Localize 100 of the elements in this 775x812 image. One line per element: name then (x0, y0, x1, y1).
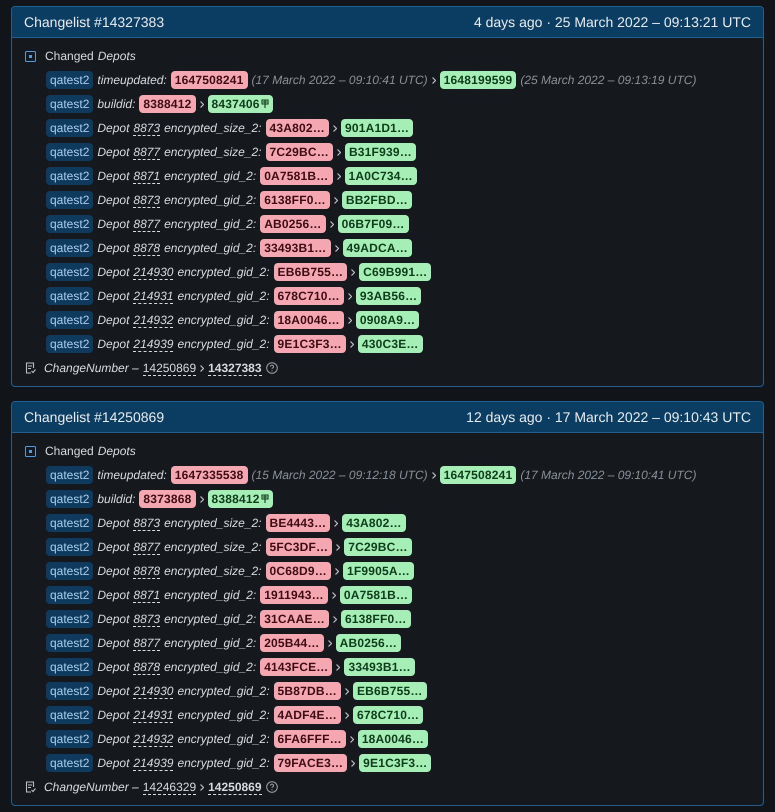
app-tag: qatest2 (46, 634, 94, 652)
app-tag: qatest2 (46, 263, 94, 281)
depot-link[interactable]: 8873 (133, 612, 160, 626)
field-key: encrypted_gid_2: (164, 169, 256, 183)
old-change-number[interactable]: 14246329 (142, 780, 196, 794)
app-tag: qatest2 (46, 215, 94, 233)
old-value: 4ADF4E… (274, 706, 341, 724)
new-value: 49ADCA… (342, 239, 412, 257)
old-value: 205B44… (260, 634, 324, 652)
app-tag: qatest2 (46, 562, 94, 580)
section-label: Changed (45, 444, 94, 458)
depot-link[interactable]: 214931 (133, 708, 174, 722)
depot-link[interactable]: 8871 (133, 168, 160, 184)
depot-label: Depot (97, 756, 130, 770)
depot-link[interactable]: 8878 (133, 660, 160, 674)
new-value: 9E1C3F3… (359, 754, 432, 772)
field-key: encrypted_size_2: (164, 121, 262, 135)
depot-link[interactable]: 8877 (133, 144, 160, 160)
app-tag: qatest2 (46, 239, 94, 257)
field-key: encrypted_gid_2: (164, 193, 256, 207)
app-tag: qatest2 (46, 287, 94, 305)
field-key: encrypted_gid_2: (177, 289, 270, 303)
new-value: 7C29BC… (344, 538, 412, 556)
old-value: 1911943… (260, 586, 328, 604)
depot-link[interactable]: 8878 (133, 564, 160, 578)
new-value: 0908A9… (356, 311, 420, 329)
new-value: C69B991… (359, 263, 432, 281)
depot-link[interactable]: 214931 (133, 288, 174, 304)
old-value: 43A802… (266, 119, 329, 137)
app-tag: qatest2 (46, 682, 94, 700)
new-value: 901A1D1… (340, 119, 414, 137)
field-key: encrypted_gid_2: (177, 708, 270, 722)
app-tag: qatest2 (46, 730, 94, 748)
new-value: 43A802… (342, 514, 406, 532)
app-tag: qatest2 (46, 490, 94, 508)
field-key: encrypted_gid_2: (177, 756, 270, 770)
new-value: AB0256… (336, 634, 402, 652)
new-value: 1A0C734… (344, 167, 417, 185)
depot-link[interactable]: 214939 (133, 756, 174, 770)
depot-label: Depot (97, 121, 130, 135)
depot-link[interactable]: 8878 (133, 240, 160, 256)
changelist-title[interactable]: Changelist #14327383 (24, 14, 164, 30)
change-number-label: ChangeNumber – (44, 780, 139, 794)
depot-label: Depot (97, 660, 130, 674)
new-value[interactable]: 8437406 (208, 95, 273, 113)
app-tag: qatest2 (46, 538, 94, 556)
new-change-number[interactable]: 14250869 (208, 780, 262, 794)
old-value: 6FA6FFF… (274, 730, 346, 748)
depot-link[interactable]: 8877 (133, 216, 160, 232)
depot-link[interactable]: 214939 (133, 336, 174, 352)
old-value: 8388412 (139, 95, 196, 113)
new-value: 33493B1… (344, 658, 415, 676)
field-key: encrypted_gid_2: (164, 636, 256, 650)
depot-label: Depot (97, 684, 130, 698)
new-value[interactable]: 8388412 (208, 490, 273, 508)
depot-link[interactable]: 8873 (133, 120, 160, 136)
depot-link[interactable]: 8877 (133, 540, 160, 554)
old-value: 678C710… (274, 287, 344, 305)
depot-link[interactable]: 214932 (133, 312, 174, 328)
old-value: 8373868 (139, 490, 196, 508)
depot-label: Depot (97, 145, 130, 159)
app-tag: qatest2 (46, 514, 94, 532)
new-value: 1647508241 (440, 466, 516, 484)
depot-link[interactable]: 8877 (133, 636, 160, 650)
app-tag: qatest2 (46, 610, 94, 628)
field-key: encrypted_gid_2: (177, 684, 270, 698)
depot-link[interactable]: 214930 (133, 264, 174, 280)
section-label: Changed (45, 49, 94, 63)
new-date: (17 March 2022 – 09:10:41 UTC) (520, 468, 696, 482)
depot-link[interactable]: 8873 (133, 516, 160, 530)
depot-link[interactable]: 8873 (133, 192, 160, 208)
changelist-date: 4 days ago · 25 March 2022 – 09:13:21 UTC (474, 14, 751, 30)
changelist-date: 12 days ago · 17 March 2022 – 09:10:43 UTC (466, 409, 751, 425)
app-tag: qatest2 (46, 311, 94, 329)
field-key: encrypted_gid_2: (164, 588, 256, 602)
new-change-number[interactable]: 14327383 (208, 360, 262, 376)
new-date: (25 March 2022 – 09:13:19 UTC) (520, 73, 696, 87)
new-value: BB2FBD… (342, 191, 412, 209)
field-key: encrypted_gid_2: (164, 660, 256, 674)
old-value: 31CAAE… (260, 610, 329, 628)
depot-link[interactable]: 214930 (133, 684, 174, 698)
field-key: encrypted_gid_2: (164, 241, 256, 255)
app-tag: qatest2 (46, 586, 94, 604)
app-tag: qatest2 (46, 335, 94, 353)
app-tag: qatest2 (46, 119, 94, 137)
depot-label: Depot (97, 217, 130, 231)
changelist-title[interactable]: Changelist #14250869 (24, 409, 164, 425)
old-value: 5B87DB… (274, 682, 341, 700)
old-value: 1647508241 (170, 71, 248, 89)
old-change-number[interactable]: 14250869 (142, 360, 196, 376)
field-key: encrypted_gid_2: (164, 217, 256, 231)
app-tag: qatest2 (46, 143, 94, 161)
depot-link[interactable]: 214932 (133, 732, 174, 746)
field-key: encrypted_gid_2: (177, 337, 270, 351)
old-value: 5FC3DF… (266, 538, 332, 556)
new-value: 0A7581B… (340, 586, 412, 604)
depot-link[interactable]: 8871 (133, 588, 160, 602)
depot-label: Depot (97, 289, 130, 303)
depot-label: Depot (97, 540, 130, 554)
field-key: timeupdated: (97, 73, 167, 87)
